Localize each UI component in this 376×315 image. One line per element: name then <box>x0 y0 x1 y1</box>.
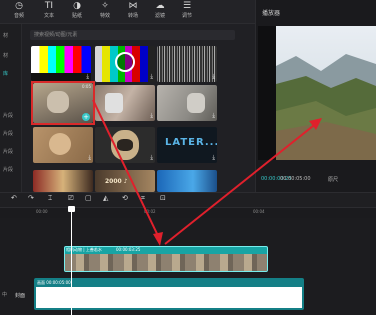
freeze-icon[interactable]: ▢ <box>85 194 92 202</box>
download-icon[interactable]: ⤓ <box>88 154 91 162</box>
filter-icon: ☁ <box>155 1 165 11</box>
toolbar-item-audio[interactable]: ◷ 音频 <box>4 1 34 23</box>
sidebar-item-2[interactable]: 材 <box>0 50 22 62</box>
text-icon: TI <box>44 1 54 11</box>
later-text-art: LATER... <box>165 137 217 148</box>
undo-icon[interactable]: ↶ <box>11 194 17 202</box>
redo-icon[interactable]: ↷ <box>28 194 34 202</box>
playhead[interactable] <box>71 208 72 315</box>
player-title: 播放器 <box>262 10 281 17</box>
ruler-label: 00:02 <box>144 209 156 214</box>
clock-icon: ◷ <box>15 1 23 11</box>
main-track-body <box>36 287 302 308</box>
selection-highlight <box>31 81 95 125</box>
clip-filmstrip <box>65 254 267 271</box>
sidebar-item-4[interactable] <box>0 86 22 98</box>
timeline-toolbar <box>0 192 376 208</box>
download-icon[interactable]: ⤓ <box>150 154 153 162</box>
aspect-ratio-dropdown[interactable]: 原尺 <box>328 176 338 183</box>
media-thumb-color-bars[interactable]: ⤓ <box>31 46 91 82</box>
adjust-icon: ☰ <box>182 1 192 11</box>
sidebar-item-library[interactable]: 库 <box>0 68 22 80</box>
ruler-label: 00:00 <box>36 209 48 214</box>
crop-alt-icon[interactable]: ⊡ <box>160 194 166 202</box>
sidebar-item-clip-3[interactable]: 片段 <box>0 146 22 158</box>
total-time: 00:00:05:00 <box>280 176 311 182</box>
crop-icon[interactable]: ⌗ <box>141 194 145 203</box>
cat-shape <box>187 93 205 113</box>
media-thumb-later[interactable]: LATER... ⤓ <box>157 127 217 163</box>
toolbar-item-effects[interactable]: ✧ 特效 <box>90 1 120 23</box>
download-icon[interactable]: ⤓ <box>86 73 89 81</box>
split-icon[interactable]: ⌶ <box>48 194 52 203</box>
main-track-time: 00:00:05:00 <box>46 280 71 285</box>
clip-duration: 00:00:03:25 <box>116 247 141 252</box>
media-thumb-cat-4[interactable]: ⤓ <box>33 127 93 163</box>
media-thumb-blue[interactable] <box>157 170 217 192</box>
download-icon[interactable]: ⤓ <box>212 112 215 120</box>
sidebar-item-1[interactable]: 材 <box>0 30 22 42</box>
media-thumb-static-noise[interactable]: ⤓ <box>157 46 217 82</box>
mirror-icon[interactable]: ◭ <box>103 194 108 202</box>
timeline-ruler[interactable] <box>22 208 376 218</box>
toolbar-item-text[interactable]: TI 文本 <box>34 1 64 23</box>
sidebar-item-clip-4[interactable]: 片段 <box>0 164 22 176</box>
media-thumb-cat-3[interactable]: ⤓ <box>157 85 217 121</box>
cat-shape <box>105 93 123 113</box>
test-card-circle <box>115 52 135 72</box>
editor-window: ◷ 音频 TI 文本 ◑ 贴纸 ✧ 特效 ⋈ 转场 ☁ 滤镜 ☰ 调节 材 材 <box>0 0 376 315</box>
download-icon[interactable]: ⤓ <box>150 73 153 81</box>
media-thumb-2000[interactable]: 2000 ♪ <box>95 170 155 192</box>
mountain-landscape-image <box>276 26 376 160</box>
asset-toolbar: ◷ 音频 TI 文本 ◑ 贴纸 ✧ 特效 ⋈ 转场 ☁ 滤镜 ☰ 调节 <box>0 0 255 24</box>
player-video-frame <box>276 26 376 160</box>
delete-icon[interactable]: ⎚ <box>68 194 74 203</box>
ruler-label: 00:04 <box>253 209 265 214</box>
toolbar-item-filter[interactable]: ☁ 滤镜 <box>145 1 175 23</box>
media-thumb-pug[interactable]: ⤓ <box>95 127 155 163</box>
sticker-icon: ◑ <box>73 1 81 11</box>
toolbar-item-transition[interactable]: ⋈ 转场 <box>118 1 148 23</box>
search-input[interactable]: 搜索视频/动图/元素 <box>30 30 235 40</box>
main-track-label-text: 画面 <box>37 280 45 285</box>
star-icon: ✧ <box>101 1 109 11</box>
clip-speed-text: 上善若水 <box>85 247 102 252</box>
media-thumb-test-card[interactable]: ⤓ <box>95 46 155 82</box>
cover-button[interactable]: 封面 <box>12 288 46 304</box>
download-icon[interactable]: ⤓ <box>150 112 153 120</box>
sidebar-item-clip-1[interactable]: 片段 <box>0 110 22 122</box>
toolbar-item-adjust[interactable]: ☰ 调节 <box>172 1 202 23</box>
download-icon[interactable]: ⤓ <box>212 73 215 81</box>
media-thumb-cat-2[interactable]: ⤓ <box>95 85 155 121</box>
2000-text-art: 2000 ♪ <box>105 178 128 185</box>
rotate-icon[interactable]: ⟲ <box>122 194 128 202</box>
main-track-label: 画面 00:00:05:00 <box>37 280 71 286</box>
clip-name-text: 相机动物 <box>66 247 82 252</box>
pug-muzzle-shape <box>117 139 133 151</box>
transition-icon: ⋈ <box>128 1 138 11</box>
cat-shape <box>49 133 71 155</box>
track-prefix: 中 <box>2 292 8 298</box>
download-icon[interactable]: ⤓ <box>212 154 215 162</box>
media-thumb-poster[interactable] <box>33 170 93 192</box>
toolbar-item-sticker[interactable]: ◑ 贴纸 <box>62 1 92 23</box>
media-category-sidebar: 材 材 库 片段 片段 片段 片段 <box>0 24 22 192</box>
playhead-handle[interactable] <box>68 206 75 212</box>
sidebar-item-clip-2[interactable]: 片段 <box>0 128 22 140</box>
